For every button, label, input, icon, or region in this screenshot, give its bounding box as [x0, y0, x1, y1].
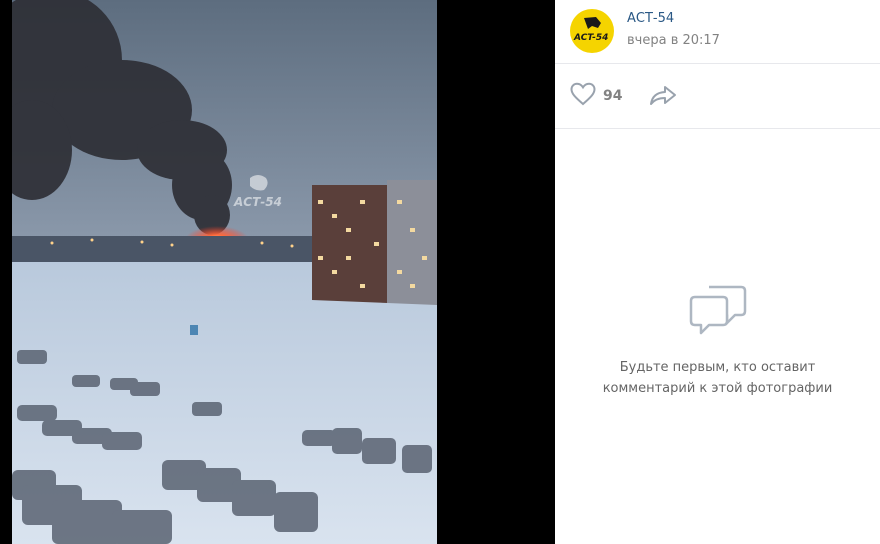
like-button[interactable]: 94 — [570, 82, 623, 110]
author-name-link[interactable]: АСТ-54 — [627, 11, 674, 26]
comments-empty-state: Будьте первым, кто оставит комментарий к… — [555, 283, 880, 399]
like-count: 94 — [603, 88, 623, 104]
empty-comments-line-2: комментарий к этой фотографии — [602, 381, 833, 396]
post-timestamp[interactable]: вчера в 20:17 — [627, 33, 720, 48]
post-actions: 94 — [555, 64, 880, 129]
heart-icon — [570, 82, 596, 110]
comments-bubbles-icon — [689, 285, 747, 341]
author-avatar[interactable]: ACT-54 — [570, 9, 614, 53]
share-arrow-icon — [649, 86, 677, 112]
post-photo[interactable]: АСТ-54 — [12, 0, 437, 544]
empty-comments-line-1: Будьте первым, кто оставит — [619, 360, 816, 375]
svg-text:АСТ-54: АСТ-54 — [233, 195, 282, 209]
share-button[interactable] — [649, 84, 677, 112]
post-side-panel: ACT-54 АСТ-54 вчера в 20:17 94 Будьте пе… — [555, 0, 880, 544]
svg-text:ACT-54: ACT-54 — [573, 33, 608, 43]
photo-viewer: АСТ-54 — [0, 0, 555, 544]
post-author-header: ACT-54 АСТ-54 вчера в 20:17 — [555, 0, 880, 64]
